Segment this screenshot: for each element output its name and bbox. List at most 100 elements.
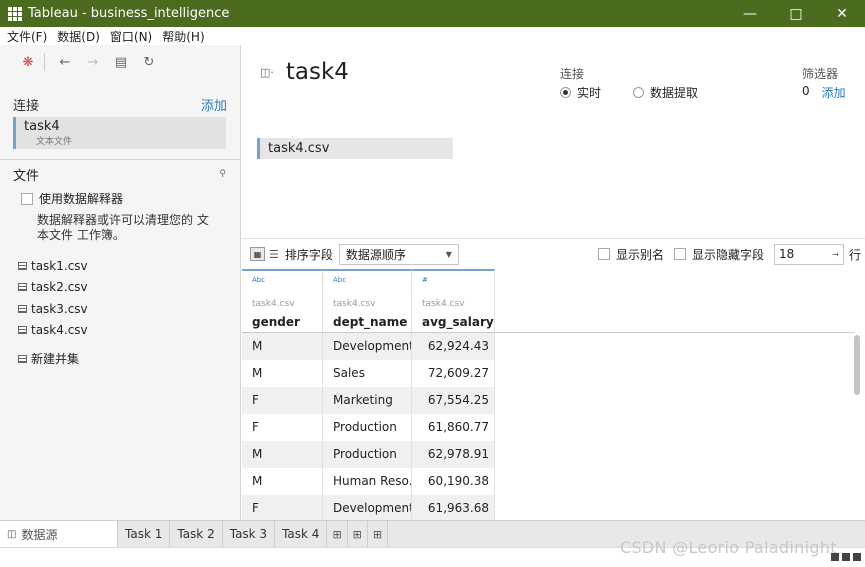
table-cell: M [242, 441, 323, 468]
add-connection-link[interactable]: 添加 [201, 95, 227, 114]
column-source: task4.csv [422, 299, 465, 309]
connections-heading: 连接 [13, 98, 40, 114]
union-icon [18, 354, 27, 363]
table-cell: F [242, 414, 323, 441]
database-icon: ◫· [260, 65, 274, 79]
file-item[interactable]: task4.csv [0, 320, 240, 342]
grid-view-icon[interactable]: ▦ [250, 247, 265, 261]
file-list: task1.csv task2.csv task3.csv task4.csv [0, 255, 240, 341]
scrollbar-thumb[interactable] [854, 335, 860, 395]
table-cell: 60,190.38 [412, 468, 495, 495]
extract-radio[interactable] [633, 87, 645, 98]
table-row: M Production 62,978.91 [242, 441, 854, 468]
file-name: task4.csv [31, 323, 88, 338]
grid-scrollbar[interactable] [854, 333, 862, 520]
new-story-icon[interactable]: ⊞ [368, 521, 389, 547]
connection-item[interactable]: task4 文本文件 [13, 117, 226, 149]
tab-task-4[interactable]: Task 4 [275, 521, 328, 547]
table-icon [18, 304, 27, 313]
table-cell: F [242, 495, 323, 520]
file-item[interactable]: task1.csv [0, 255, 240, 277]
row-blank [495, 414, 854, 441]
show-hidden-option[interactable]: 显示隐藏字段 [673, 246, 764, 263]
live-option[interactable]: 实时 [560, 84, 601, 101]
show-alias-checkbox[interactable] [597, 248, 610, 260]
table-cell: Development [323, 333, 412, 360]
search-icon[interactable]: ⚲ [219, 169, 226, 179]
save-icon[interactable]: ▤ [107, 52, 135, 72]
new-union-item[interactable]: 新建并集 [0, 350, 240, 367]
column-header[interactable]: Abc task4.csv gender [242, 269, 323, 332]
tab-task-2[interactable]: Task 2 [170, 521, 223, 547]
table-chip[interactable]: task4.csv [257, 138, 453, 159]
menu-help[interactable]: 帮助(H) [162, 28, 204, 45]
table-row: F Production 61,860.77 [242, 414, 854, 441]
data-interpreter-option[interactable]: 使用数据解释器 [21, 190, 240, 207]
live-radio[interactable] [560, 87, 571, 98]
column-source: task4.csv [252, 299, 295, 309]
live-label: 实时 [577, 86, 602, 100]
string-type-icon[interactable]: Abc [252, 276, 322, 286]
new-union-label: 新建并集 [31, 352, 80, 366]
status-icon[interactable] [853, 553, 861, 561]
table-cell: Human Reso... [323, 468, 412, 495]
menu-data[interactable]: 数据(D) [57, 28, 100, 45]
tab-task-1[interactable]: Task 1 [118, 521, 171, 547]
menu-window[interactable]: 窗口(N) [110, 28, 152, 45]
status-icon[interactable] [842, 553, 850, 561]
row-blank [495, 495, 854, 520]
add-filter-link[interactable]: 添加 [822, 84, 846, 101]
toolbar-divider [44, 53, 45, 71]
datasource-title[interactable]: task4 [286, 59, 349, 85]
column-header[interactable]: Abc task4.csv dept_name [323, 269, 412, 332]
close-icon[interactable]: ✕ [819, 0, 865, 27]
window-titlebar: Tableau - business_intelligence — □ ✕ [0, 0, 865, 27]
table-icon [18, 261, 27, 270]
interpreter-description: 数据解释器或许可以清理您的 文本文件 工作簿。 [37, 213, 209, 242]
back-icon[interactable]: ← [51, 52, 79, 72]
filters-section: 筛选器 0 添加 [802, 65, 846, 101]
file-item[interactable]: task3.csv [0, 298, 240, 320]
extract-label: 数据提取 [650, 86, 699, 100]
minimize-icon[interactable]: — [727, 0, 773, 27]
table-cell: F [242, 387, 323, 414]
connections-header: 连接 添加 [0, 93, 240, 115]
column-name: dept_name [333, 315, 408, 329]
sort-dropdown[interactable]: 数据源顺序 ▼ [338, 243, 459, 265]
row-blank [495, 360, 854, 387]
sort-value: 数据源顺序 [345, 247, 406, 262]
column-header[interactable]: # task4.csv avg_salary [412, 269, 495, 332]
arrow-right-icon[interactable]: → [832, 250, 839, 259]
string-type-icon[interactable]: Abc [333, 276, 411, 286]
refresh-icon[interactable]: ↻ [135, 52, 163, 72]
show-hidden-checkbox[interactable] [673, 248, 686, 260]
watermark: CSDN @Leorio Paladinight [620, 538, 837, 557]
tab-datasource[interactable]: ◫ 数据源 [0, 521, 118, 547]
database-icon: ◫ [7, 528, 17, 540]
data-grid: Abc task4.csv gender Abc task4.csv dept_… [242, 269, 854, 520]
file-item[interactable]: task2.csv [0, 277, 240, 299]
tableau-start-icon[interactable]: ❋ [14, 52, 42, 72]
table-cell: 61,963.68 [412, 495, 495, 520]
tab-task-3[interactable]: Task 3 [223, 521, 276, 547]
table-row: M Human Reso... 60,190.38 [242, 468, 854, 495]
files-heading: 文件 [13, 168, 40, 184]
file-name: task2.csv [31, 280, 88, 295]
table-cell: M [242, 360, 323, 387]
show-alias-option[interactable]: 显示别名 [597, 246, 664, 263]
forward-icon[interactable]: → [79, 52, 107, 72]
maximize-icon[interactable]: □ [773, 0, 819, 27]
filters-label: 筛选器 [802, 67, 839, 81]
sort-label: 排序字段 [284, 247, 333, 262]
interpreter-checkbox[interactable] [21, 192, 33, 205]
new-dashboard-icon[interactable]: ⊞ [348, 521, 368, 547]
grid-header-row: Abc task4.csv gender Abc task4.csv dept_… [242, 269, 854, 333]
list-view-icon[interactable]: ☰ [269, 248, 279, 261]
rows-input[interactable]: 18 → [773, 243, 844, 265]
number-type-icon[interactable]: # [422, 276, 494, 286]
menu-file[interactable]: 文件(F) [7, 28, 47, 45]
left-toolbar: ❋ ← → ▤ ↻ [0, 45, 240, 79]
status-icon[interactable] [831, 553, 839, 561]
new-worksheet-icon[interactable]: ⊞ [327, 521, 348, 547]
extract-option[interactable]: 数据提取 [633, 84, 698, 101]
